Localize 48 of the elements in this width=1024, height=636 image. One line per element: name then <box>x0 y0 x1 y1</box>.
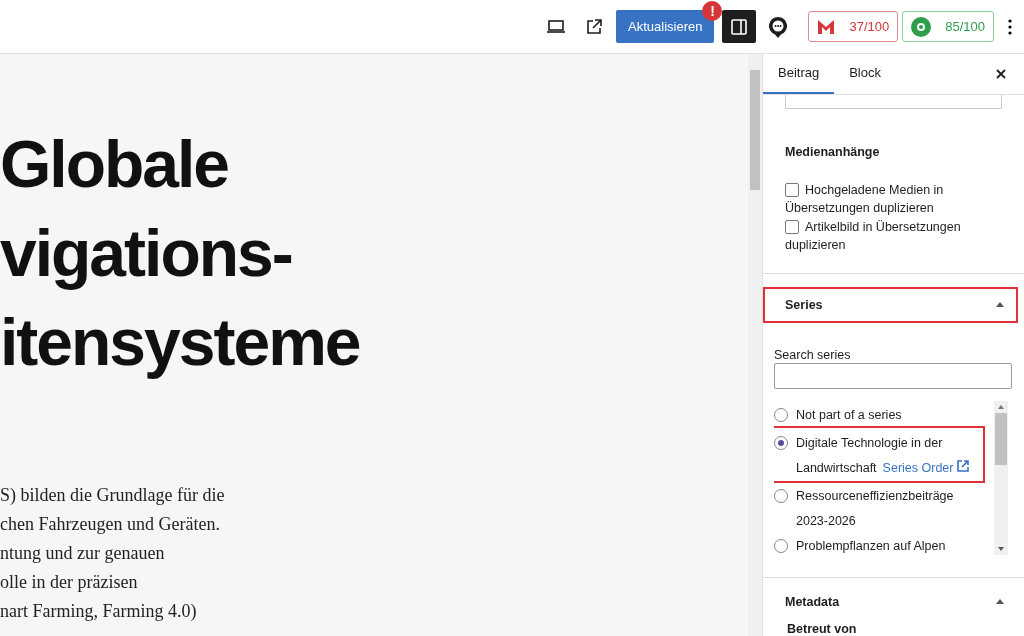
checkbox-label[interactable]: Hochgeladene Medien in Übersetzungen duplizieren <box>785 180 1002 217</box>
option-label[interactable]: Ressourceneffizienzbeiträge 2023-2026 <box>796 483 979 534</box>
series-order-link[interactable]: Series Order <box>882 460 969 475</box>
m-logo-icon <box>817 17 836 36</box>
body-text-line: nart Farming, Farming 4.0) <box>0 600 197 623</box>
body-text-line: olle in der präzisen <box>0 571 138 594</box>
series-panel-header[interactable]: Series <box>763 286 1018 323</box>
panel-title: Series <box>785 297 823 312</box>
caret-icon[interactable] <box>996 302 1004 308</box>
scroll-down-icon[interactable] <box>998 546 1004 551</box>
seo-score-button[interactable]: 37/100 <box>808 11 899 42</box>
search-field[interactable] <box>774 362 1012 389</box>
checkbox-label[interactable]: Artikelbild in Übersetzungen duplizieren <box>785 217 1002 254</box>
field-label: Betreut von <box>787 622 858 636</box>
seo-score: 37/100 <box>849 19 890 34</box>
readability-score-button[interactable]: 85/100 <box>902 11 994 42</box>
option-label[interactable]: Problempflanzen auf Alpen <box>796 533 946 555</box>
option-label[interactable]: Not part of a series <box>796 402 902 428</box>
notice-badge: ! <box>702 1 723 21</box>
option-label[interactable]: Digitale Technologie in der Landwirtschaft Series Order <box>796 430 979 481</box>
body-text-line: chen Fahrzeugen und Geräten. <box>0 513 220 536</box>
sidebar-tab[interactable]: Block <box>834 54 896 94</box>
sidebar-icon <box>731 18 748 35</box>
more-options-icon[interactable] <box>1008 18 1012 35</box>
scroll-up-icon[interactable] <box>998 404 1004 409</box>
checkbox[interactable] <box>785 182 799 197</box>
laptop-icon[interactable] <box>547 20 566 33</box>
sidebar-tab[interactable]: Beitrag <box>763 54 835 94</box>
close-icon[interactable] <box>996 68 1006 79</box>
body-text-line: S) bilden die Grundlage für die <box>0 484 225 507</box>
scrollbar[interactable] <box>748 54 762 636</box>
input-field[interactable] <box>785 94 1002 109</box>
post-title-line: Globale <box>0 126 229 203</box>
external-link-icon[interactable] <box>587 19 603 34</box>
body-text-line: ntung und zur genauen <box>0 542 165 565</box>
metadata-panel-header[interactable]: Metadata <box>763 583 1018 620</box>
panel-title: Metadata <box>785 594 840 609</box>
caret-icon[interactable] <box>996 599 1004 605</box>
readability-score: 85/100 <box>945 19 985 34</box>
external-link-icon <box>956 459 969 472</box>
field-label: Search series <box>774 347 852 362</box>
sidebar-toggle-button[interactable] <box>722 10 757 43</box>
scrollbar[interactable] <box>994 400 1008 555</box>
post-title-line: vigations- <box>0 215 292 292</box>
checkbox[interactable] <box>785 219 799 234</box>
chat-bubble-icon[interactable] <box>768 15 789 38</box>
post-title-line: itensysteme <box>0 304 360 381</box>
section-title: Medienanhänge <box>785 144 881 159</box>
